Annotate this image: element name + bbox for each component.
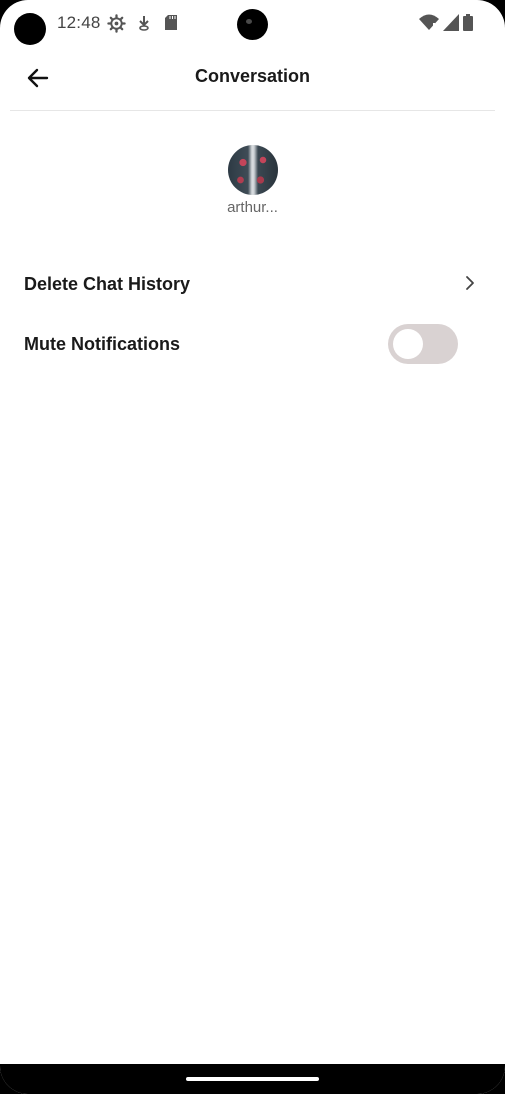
header-divider [10,110,495,111]
delete-chat-history-row[interactable]: Delete Chat History [0,256,505,312]
battery-icon [463,14,473,31]
page-title: Conversation [194,66,311,86]
status-bar: 12:48 [0,0,505,48]
camera-lens [237,9,268,40]
status-time: 12:48 [57,13,101,32]
home-gesture-handle[interactable] [186,1077,319,1081]
username-label: arthur... [227,199,278,216]
download-icon [139,16,149,31]
app-header: Conversation [0,48,505,110]
settings-gear-icon [107,14,126,33]
phone-screen: 12:48 Conversation arthur... Delete Chat… [0,0,505,1094]
toggle-knob [393,329,423,359]
mute-notifications-toggle[interactable] [388,324,458,364]
signal-icon [443,14,459,31]
mute-notifications-label: Mute Notifications [24,334,180,354]
chevron-right-icon [466,276,474,290]
sd-card-icon [165,15,177,30]
system-nav-bar [0,1064,505,1094]
avatar[interactable] [228,145,278,195]
mute-notifications-row: Mute Notifications [0,316,505,372]
front-camera-cutout [14,13,46,45]
wifi-icon [419,14,439,31]
delete-chat-history-label: Delete Chat History [24,274,191,294]
status-right-icons [419,14,473,31]
